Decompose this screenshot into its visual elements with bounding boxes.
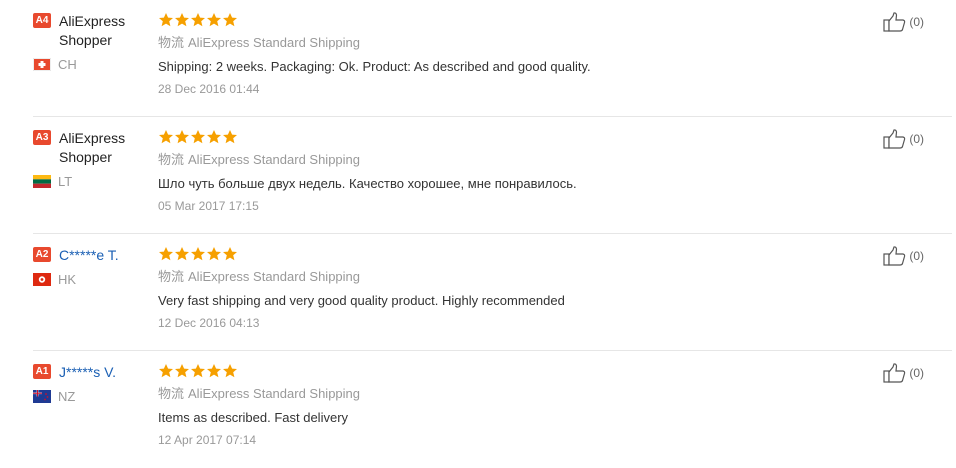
star-icon: [159, 247, 173, 261]
reviewer-country: CH: [58, 57, 77, 72]
shipping-label: 物流: [158, 386, 185, 401]
reviewer-info: A1 J*****s V. NZ: [33, 363, 148, 404]
rating-stars: [158, 363, 856, 380]
star-icon: [207, 247, 221, 261]
shipping-method: 物流 AliExpress Standard Shipping: [158, 385, 856, 403]
flag-nz-icon: [33, 390, 51, 403]
buyer-level-badge: A3: [33, 130, 51, 145]
reviewer-info: A3 AliExpress Shopper LT: [33, 129, 148, 189]
shipping-name: AliExpress Standard Shipping: [188, 35, 361, 50]
helpful-count: (0): [909, 366, 924, 380]
review-item: A3 AliExpress Shopper LT 物流 AliExpress S…: [0, 117, 956, 234]
star-icon: [223, 247, 237, 261]
review-date: 12 Dec 2016 04:13: [158, 316, 260, 330]
star-icon: [191, 13, 205, 27]
flag-hk-icon: [33, 273, 51, 286]
flag-ch-icon: [33, 58, 51, 71]
rating-stars: [158, 12, 856, 29]
shipping-method: 物流 AliExpress Standard Shipping: [158, 151, 856, 169]
shipping-label: 物流: [158, 35, 185, 50]
reviewer-info: A2 C*****e T. HK: [33, 246, 148, 287]
review-text: Shipping: 2 weeks. Packaging: Ok. Produc…: [158, 59, 591, 74]
star-icon: [223, 130, 237, 144]
star-icon: [159, 13, 173, 27]
helpful-count: (0): [909, 132, 924, 146]
star-icon: [191, 130, 205, 144]
shipping-method: 物流 AliExpress Standard Shipping: [158, 34, 856, 52]
buyer-level-badge: A2: [33, 247, 51, 262]
star-icon: [175, 364, 189, 378]
reviewer-name: AliExpress Shopper: [59, 13, 126, 48]
star-icon: [159, 364, 173, 378]
shipping-name: AliExpress Standard Shipping: [188, 269, 361, 284]
star-icon: [207, 364, 221, 378]
reviewer-info: A4 AliExpress Shopper CH: [33, 12, 148, 72]
reviewer-name-link[interactable]: C*****e T.: [59, 246, 119, 265]
helpful-count: (0): [909, 249, 924, 263]
shipping-name: AliExpress Standard Shipping: [188, 152, 361, 167]
star-icon: [175, 13, 189, 27]
star-icon: [191, 247, 205, 261]
review-text: Very fast shipping and very good quality…: [158, 293, 565, 308]
reviewer-name-link[interactable]: J*****s V.: [59, 363, 116, 382]
star-icon: [223, 13, 237, 27]
helpful-button[interactable]: (0): [883, 129, 924, 149]
star-icon: [175, 247, 189, 261]
star-icon: [191, 364, 205, 378]
rating-stars: [158, 246, 856, 263]
star-icon: [159, 130, 173, 144]
shipping-name: AliExpress Standard Shipping: [188, 386, 361, 401]
buyer-level-badge: A1: [33, 364, 51, 379]
star-icon: [175, 130, 189, 144]
star-icon: [207, 130, 221, 144]
review-item: A2 C*****e T. HK 物流 AliExpress Standard …: [0, 234, 956, 351]
review-date: 28 Dec 2016 01:44: [158, 82, 260, 96]
helpful-count: (0): [909, 15, 924, 29]
shipping-method: 物流 AliExpress Standard Shipping: [158, 268, 856, 286]
buyer-level-badge: A4: [33, 13, 51, 28]
review-list: A4 AliExpress Shopper CH 物流 AliExpress S…: [0, 0, 956, 468]
thumbs-up-icon: [883, 12, 906, 32]
review-text: Шло чуть больше двух недель. Качество хо…: [158, 176, 577, 191]
thumbs-up-icon: [883, 129, 906, 149]
reviewer-country: LT: [58, 174, 73, 189]
shipping-label: 物流: [158, 269, 185, 284]
review-date: 12 Apr 2017 07:14: [158, 433, 257, 447]
flag-lt-icon: [33, 175, 51, 188]
shipping-label: 物流: [158, 152, 185, 167]
reviewer-country: HK: [58, 272, 77, 287]
star-icon: [223, 364, 237, 378]
reviewer-name: AliExpress Shopper: [59, 130, 126, 165]
rating-stars: [158, 129, 856, 146]
review-text: Items as described. Fast delivery: [158, 410, 349, 425]
star-icon: [207, 13, 221, 27]
helpful-button[interactable]: (0): [883, 12, 924, 32]
helpful-button[interactable]: (0): [883, 363, 924, 383]
review-item: A1 J*****s V. NZ 物流 AliExpress Standard …: [0, 351, 956, 468]
review-item: A4 AliExpress Shopper CH 物流 AliExpress S…: [0, 0, 956, 117]
review-date: 05 Mar 2017 17:15: [158, 199, 259, 213]
reviewer-country: NZ: [58, 389, 76, 404]
thumbs-up-icon: [883, 363, 906, 383]
thumbs-up-icon: [883, 246, 906, 266]
helpful-button[interactable]: (0): [883, 246, 924, 266]
